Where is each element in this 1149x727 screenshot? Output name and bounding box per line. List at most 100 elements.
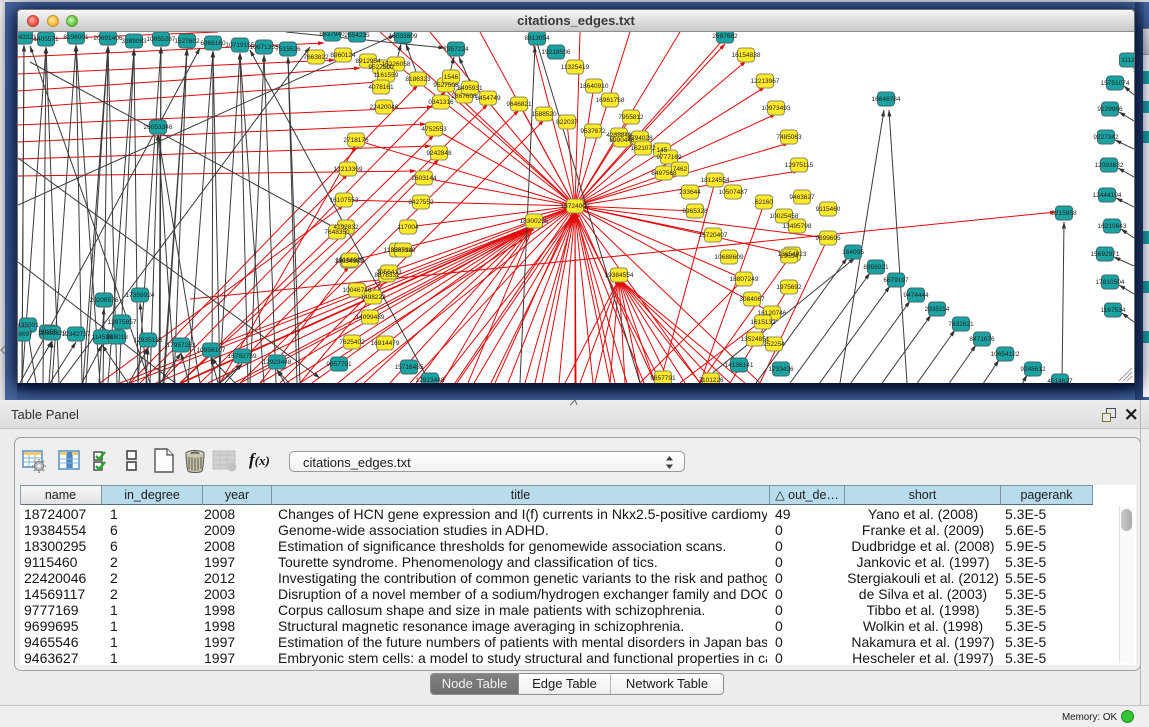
svg-text:12093832: 12093832 [1095,162,1124,169]
svg-text:8196001: 8196001 [63,34,89,41]
svg-text:10973493: 10973493 [762,105,791,112]
svg-text:1112: 1112 [1121,57,1134,64]
svg-text:8960124: 8960124 [330,52,356,59]
svg-text:7648350: 7648350 [324,229,350,236]
svg-text:12213967: 12213967 [751,78,780,85]
svg-text:9527508: 9527508 [433,82,459,89]
svg-text:7515526: 7515526 [275,46,301,53]
svg-text:6965328: 6965328 [682,208,708,215]
svg-text:9227342: 9227342 [1093,134,1119,141]
svg-text:16961758: 16961758 [596,97,625,104]
svg-text:2867608: 2867608 [451,93,477,100]
svg-text:3084067: 3084067 [739,296,765,303]
svg-text:26053346: 26053346 [144,124,173,131]
svg-text:6966160: 6966160 [200,40,226,47]
svg-text:10855287: 10855287 [147,36,176,43]
svg-text:145: 145 [657,147,668,154]
svg-text:822037: 822037 [556,119,578,126]
svg-text:1161559: 1161559 [374,72,399,79]
svg-text:1167534: 1167534 [1101,307,1126,314]
svg-text:7663822: 7663822 [303,54,329,61]
svg-text:62160: 62160 [755,199,773,206]
svg-text:15751074: 15751074 [1101,80,1130,87]
svg-text:10688609: 10688609 [715,254,744,261]
svg-text:164095: 164095 [842,249,864,256]
svg-text:8958921: 8958921 [863,264,889,271]
svg-text:9474444: 9474444 [903,292,929,299]
svg-text:2935114: 2935114 [925,306,950,313]
svg-text:18124554: 18124554 [701,177,730,184]
svg-text:12444194: 12444194 [1093,192,1122,199]
svg-text:9463627: 9463627 [789,194,815,201]
svg-text:19166825: 19166825 [336,257,365,264]
svg-text:9777169: 9777169 [656,154,682,161]
svg-text:8495931: 8495931 [457,85,483,92]
svg-text:9857791: 9857791 [326,361,352,368]
svg-text:2603144: 2603144 [411,175,437,182]
svg-text:12935135: 12935135 [134,337,163,344]
svg-text:252254: 252254 [763,341,785,348]
svg-text:22420046: 22420046 [370,104,399,111]
svg-text:3389083: 3389083 [121,38,147,45]
svg-text:15226058: 15226058 [382,61,411,68]
svg-text:16914479: 16914479 [371,340,400,347]
svg-text:9129966: 9129966 [1097,106,1123,113]
svg-text:117004: 117004 [397,224,419,231]
svg-text:2654235: 2654235 [344,32,370,39]
svg-text:1498222: 1498222 [360,294,386,301]
svg-text:8215958: 8215958 [1051,210,1077,217]
svg-text:8637940: 8637940 [319,32,345,38]
svg-text:1621072: 1621072 [630,145,656,152]
svg-text:16648784: 16648784 [872,96,901,103]
svg-text:18724007: 18724007 [561,203,590,210]
svg-text:9657791: 9657791 [650,375,676,382]
svg-text:9115460: 9115460 [816,206,841,213]
svg-text:6679197: 6679197 [883,277,909,284]
svg-text:18300295: 18300295 [520,218,549,225]
svg-text:10046746: 10046746 [343,287,372,294]
svg-text:4752553: 4752553 [421,126,447,133]
svg-text:17810504: 17810504 [1096,279,1125,286]
svg-text:12923448: 12923448 [263,359,292,366]
svg-text:7957224: 7957224 [443,46,469,53]
svg-text:19218506: 19218506 [542,49,571,56]
svg-text:14136141: 14136141 [725,362,754,369]
svg-text:8471676: 8471676 [969,336,995,343]
svg-text:9537672: 9537672 [580,128,606,135]
svg-text:8186323: 8186323 [405,76,431,83]
svg-text:8813054: 8813054 [524,35,550,42]
svg-text:19654: 19654 [780,253,798,260]
svg-text:1405571: 1405571 [33,36,59,43]
svg-text:9245612: 9245612 [1020,366,1046,373]
svg-text:8427552: 8427552 [408,199,434,206]
svg-text:1615132: 1615132 [750,319,776,326]
svg-text:7632621: 7632621 [948,321,974,328]
svg-text:1527602: 1527602 [174,38,200,45]
svg-text:14099489: 14099489 [356,314,385,321]
svg-text:16033809: 16033809 [389,33,418,40]
svg-text:15692971: 15692971 [1091,251,1120,258]
svg-text:8267110: 8267110 [391,247,416,254]
svg-text:15716485: 15716485 [395,364,424,371]
svg-text:10025458: 10025458 [770,213,799,220]
svg-text:12213369: 12213369 [334,166,363,173]
svg-text:1546: 1546 [444,74,459,81]
svg-text:916697: 916697 [18,331,33,338]
svg-text:16154838: 16154838 [732,52,761,59]
svg-text:7625402: 7625402 [339,339,365,346]
svg-text:4514627: 4514627 [1047,378,1073,383]
svg-text:7955812: 7955812 [618,114,644,121]
svg-text:7101226: 7101226 [698,377,724,383]
svg-text:13495798: 13495798 [783,223,812,230]
svg-text:18640910: 18640910 [580,83,609,90]
svg-text:8454749: 8454749 [475,95,501,102]
svg-text:435001: 435001 [18,322,39,329]
svg-text:16210643: 16210643 [1098,223,1127,230]
svg-text:3056413: 3056413 [376,269,402,276]
svg-text:233644: 233644 [679,189,701,196]
svg-text:2687682: 2687682 [712,33,738,40]
svg-text:848018: 848018 [106,334,128,341]
svg-text:19384554: 19384554 [605,272,634,279]
svg-text:12342737: 12342737 [62,331,91,338]
svg-text:9242848: 9242848 [426,150,452,157]
